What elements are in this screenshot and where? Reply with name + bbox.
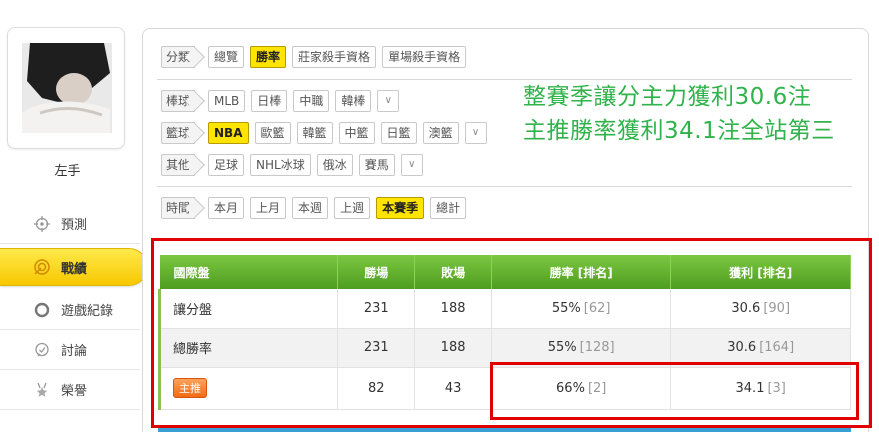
nav-label: 戰績: [61, 261, 88, 277]
filter-label: 棒球: [161, 90, 196, 112]
featured-badge: 主推: [173, 378, 207, 398]
chip-nba[interactable]: NBA: [208, 122, 249, 144]
nav-item-honor[interactable]: 榮譽: [0, 370, 140, 410]
chip-this-season[interactable]: 本賽季: [376, 197, 425, 219]
filter-label: 分類: [161, 46, 196, 68]
chip-japan-basketball[interactable]: 日籃: [380, 122, 417, 144]
chip-nhl[interactable]: NHL冰球: [250, 154, 311, 176]
nav-item-discussion[interactable]: 討論: [0, 330, 140, 370]
chip-this-month[interactable]: 本月: [208, 197, 245, 219]
profit-value: 30.6: [727, 340, 757, 355]
medal-icon: [33, 381, 51, 399]
sidebar-nav: 預測 戰績 遊戲紀錄 討論 榮譽: [0, 204, 148, 410]
avatar-card: [7, 27, 125, 149]
wins-cell: 231: [337, 328, 416, 368]
crosshair-icon: [33, 215, 51, 233]
chip-aus-basketball[interactable]: 澳籃: [422, 122, 459, 144]
wins-cell: 82: [337, 367, 416, 410]
profit-rank: [164]: [759, 340, 795, 355]
username: 左手: [54, 164, 81, 179]
chip-euro-basketball[interactable]: 歐籃: [254, 122, 291, 144]
rate-rank: [128]: [579, 340, 615, 355]
filter-row-basketball: 籃球 NBA 歐籃 韓籃 中籃 日籃 澳籃 ∨: [161, 122, 493, 144]
column-header: 國際盤: [159, 255, 339, 289]
column-header: 勝率 [排名]: [491, 255, 672, 289]
profit-value: 30.6: [731, 300, 761, 316]
avatar[interactable]: [22, 43, 112, 133]
rate-value: 55%: [551, 300, 581, 316]
nav-label: 預測: [61, 218, 88, 233]
chip-last-month[interactable]: 上月: [250, 197, 287, 219]
chip-soccer[interactable]: 足球: [208, 154, 245, 176]
chip-china-basketball[interactable]: 中籃: [338, 122, 375, 144]
filter-row-time: 時間 本月 上月 本週 上週 本賽季 總計: [161, 197, 472, 219]
losses-cell: 188: [414, 289, 492, 329]
chip-kbo[interactable]: 韓棒: [335, 90, 372, 112]
chevron-down-icon: ∨: [408, 159, 416, 170]
table-header-row: 國際盤 勝場 敗場 勝率 [排名] 獲利 [排名]: [159, 255, 851, 289]
chip-russian-hockey[interactable]: 俄冰: [316, 154, 353, 176]
nav-item-game-log[interactable]: 遊戲紀錄: [0, 290, 140, 330]
wins-cell: 231: [337, 289, 416, 329]
filter-row-category: 分類 總覽 勝率 莊家殺手資格 單場殺手資格: [161, 46, 472, 68]
chip-horse-racing[interactable]: 賽馬: [358, 154, 395, 176]
target-icon: [33, 258, 51, 276]
rate-value: 55%: [547, 340, 577, 355]
nav-item-predict[interactable]: 預測: [0, 204, 140, 244]
filter-row-baseball: 棒球 MLB 日棒 中職 韓棒 ∨: [161, 90, 405, 112]
sidebar: 左手 預測 戰績 遊戲紀錄 討論 榮譽: [0, 0, 148, 432]
headline-line-1: 整賽季讓分主力獲利30.6注: [523, 84, 812, 110]
nav-label: 討論: [61, 344, 88, 359]
row-name: 主推: [157, 367, 339, 410]
divider: [157, 186, 852, 187]
expand-dropdown-button[interactable]: ∨: [464, 122, 487, 144]
nav-label: 榮譽: [61, 384, 88, 399]
table-footer-bar: [158, 428, 851, 432]
headline-line-2: 主推勝率獲利34.1注全站第三: [523, 118, 835, 144]
filter-label: 時間: [161, 197, 196, 219]
nav-item-record[interactable]: 戰績: [0, 248, 148, 286]
row-name: 總勝率: [157, 328, 339, 368]
chip-win-rate[interactable]: 勝率: [250, 46, 287, 68]
profit-rank: [90]: [763, 300, 791, 316]
chip-overview[interactable]: 總覽: [208, 46, 245, 68]
rate-cell: 55% [62]: [491, 289, 672, 329]
expand-dropdown-button[interactable]: ∨: [377, 90, 400, 112]
expand-dropdown-button[interactable]: ∨: [400, 154, 423, 176]
chip-npb[interactable]: 日棒: [251, 90, 288, 112]
column-header: 獲利 [排名]: [670, 255, 851, 289]
chip-total[interactable]: 總計: [430, 197, 467, 219]
table-row: 讓分盤 231 188 55% [62] 30.6 [90]: [157, 289, 851, 329]
rate-rank: [62]: [583, 300, 611, 316]
chevron-down-icon: ∨: [384, 95, 392, 106]
column-header: 敗場: [414, 255, 492, 289]
chip-korea-basketball[interactable]: 韓籃: [296, 122, 333, 144]
losses-cell: 43: [414, 367, 492, 410]
highlight-box-featured: [490, 362, 859, 420]
row-name: 讓分盤: [157, 289, 339, 329]
chip-cpbl[interactable]: 中職: [293, 90, 330, 112]
column-header: 勝場: [337, 255, 416, 289]
chevron-down-icon: ∨: [471, 127, 480, 138]
chat-icon: [33, 341, 51, 359]
nav-label: 遊戲紀錄: [61, 304, 114, 319]
chip-last-week[interactable]: 上週: [334, 197, 371, 219]
filter-label: 其他: [161, 154, 196, 176]
chip-bookie-killer[interactable]: 莊家殺手資格: [292, 46, 377, 68]
chip-single-killer[interactable]: 單場殺手資格: [382, 46, 467, 68]
profit-cell: 30.6 [90]: [670, 289, 851, 329]
filter-row-other: 其他 足球 NHL冰球 俄冰 賽馬 ∨: [161, 154, 429, 176]
ring-icon: [33, 301, 51, 319]
chip-this-week[interactable]: 本週: [292, 197, 329, 219]
chip-mlb[interactable]: MLB: [208, 90, 246, 112]
losses-cell: 188: [414, 328, 492, 368]
filter-label: 籃球: [161, 122, 196, 144]
